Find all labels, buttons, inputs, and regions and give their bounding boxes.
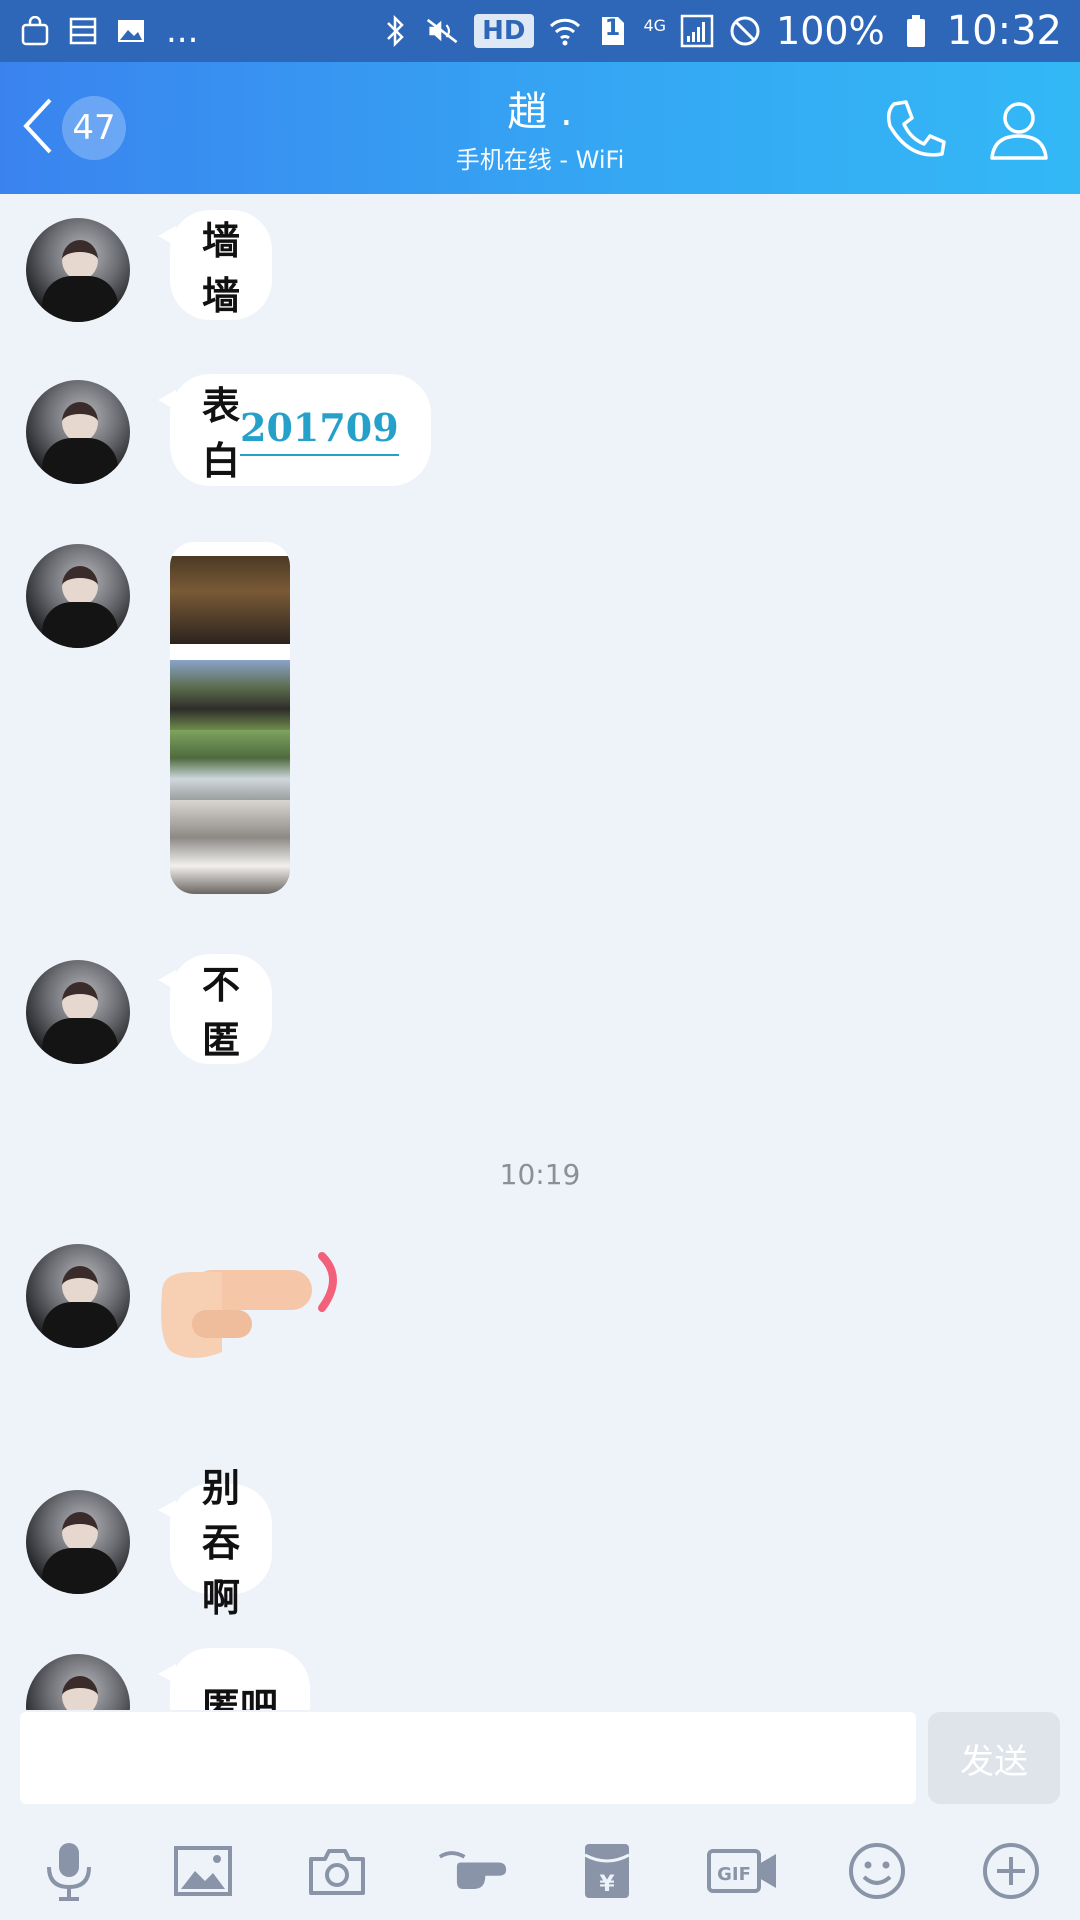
camera-button[interactable] bbox=[302, 1836, 372, 1906]
image-icon bbox=[174, 1846, 232, 1896]
camera-icon bbox=[309, 1849, 365, 1895]
avatar[interactable] bbox=[26, 1654, 130, 1710]
microphone-icon bbox=[47, 1843, 91, 1901]
red-packet-icon: ¥ bbox=[584, 1844, 630, 1898]
red-packet-button[interactable]: ¥ bbox=[572, 1836, 642, 1906]
gif-icon: GIF bbox=[707, 1849, 776, 1893]
image-picker-button[interactable] bbox=[168, 1836, 238, 1906]
plus-icon bbox=[983, 1843, 1039, 1899]
more-options-button[interactable] bbox=[976, 1836, 1046, 1906]
poke-icon bbox=[438, 1851, 507, 1889]
poke-button[interactable] bbox=[438, 1836, 508, 1906]
emoji-button[interactable] bbox=[842, 1836, 912, 1906]
composer-toolbar: ¥ GIF bbox=[0, 1826, 1080, 1912]
voice-input-button[interactable] bbox=[34, 1836, 104, 1906]
svg-text:GIF: GIF bbox=[717, 1864, 751, 1885]
message-row: 匿吧 bbox=[0, 0, 1080, 1710]
message-input[interactable] bbox=[20, 1712, 916, 1804]
chat-screen: ... HD 1 4G 100% 10:32 47 趙 . 手机在线 - WiF… bbox=[0, 0, 1080, 1920]
svg-text:¥: ¥ bbox=[599, 1872, 615, 1897]
emoji-icon bbox=[849, 1843, 905, 1899]
send-button[interactable]: 发送 bbox=[928, 1712, 1060, 1804]
message-bubble[interactable]: 匿吧 bbox=[157, 1648, 311, 1711]
gif-button[interactable]: GIF bbox=[706, 1836, 780, 1906]
message-text: 匿吧 bbox=[202, 1683, 279, 1711]
composer: 发送 bbox=[0, 1710, 1080, 1810]
